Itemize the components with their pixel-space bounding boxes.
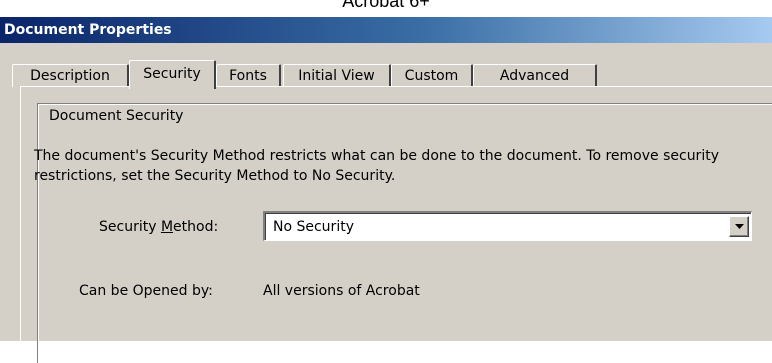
window-title: Document Properties	[0, 17, 772, 43]
security-description: The document's Security Method restricts…	[34, 146, 772, 186]
caption-title: Acrobat 6+	[342, 0, 430, 11]
opened-by-value: All versions of Acrobat	[263, 283, 420, 299]
opened-by-label: Can be Opened by:	[79, 283, 213, 299]
tab-description[interactable]: Description	[12, 64, 129, 87]
security-method-label-accel: M	[160, 219, 174, 235]
tab-advanced[interactable]: Advanced	[473, 64, 597, 87]
tab-custom[interactable]: Custom	[391, 64, 473, 87]
security-method-dropdown[interactable]: No Security	[263, 211, 752, 241]
security-method-label-prefix: Security	[99, 219, 161, 235]
description-line-1: The document's Security Method restricts…	[34, 148, 719, 164]
tab-security[interactable]: Security	[129, 60, 216, 89]
tab-fonts[interactable]: Fonts	[216, 64, 281, 87]
description-line-2: restrictions, set the Security Method to…	[34, 168, 396, 184]
tab-initial-view[interactable]: Initial View	[283, 64, 391, 87]
group-title: Document Security	[47, 108, 186, 124]
security-method-label: Security Method:	[99, 219, 218, 235]
chevron-down-icon	[735, 224, 744, 229]
dropdown-button[interactable]	[729, 216, 749, 237]
security-method-value: No Security	[273, 219, 354, 235]
security-method-label-suffix: ethod:	[173, 219, 219, 235]
